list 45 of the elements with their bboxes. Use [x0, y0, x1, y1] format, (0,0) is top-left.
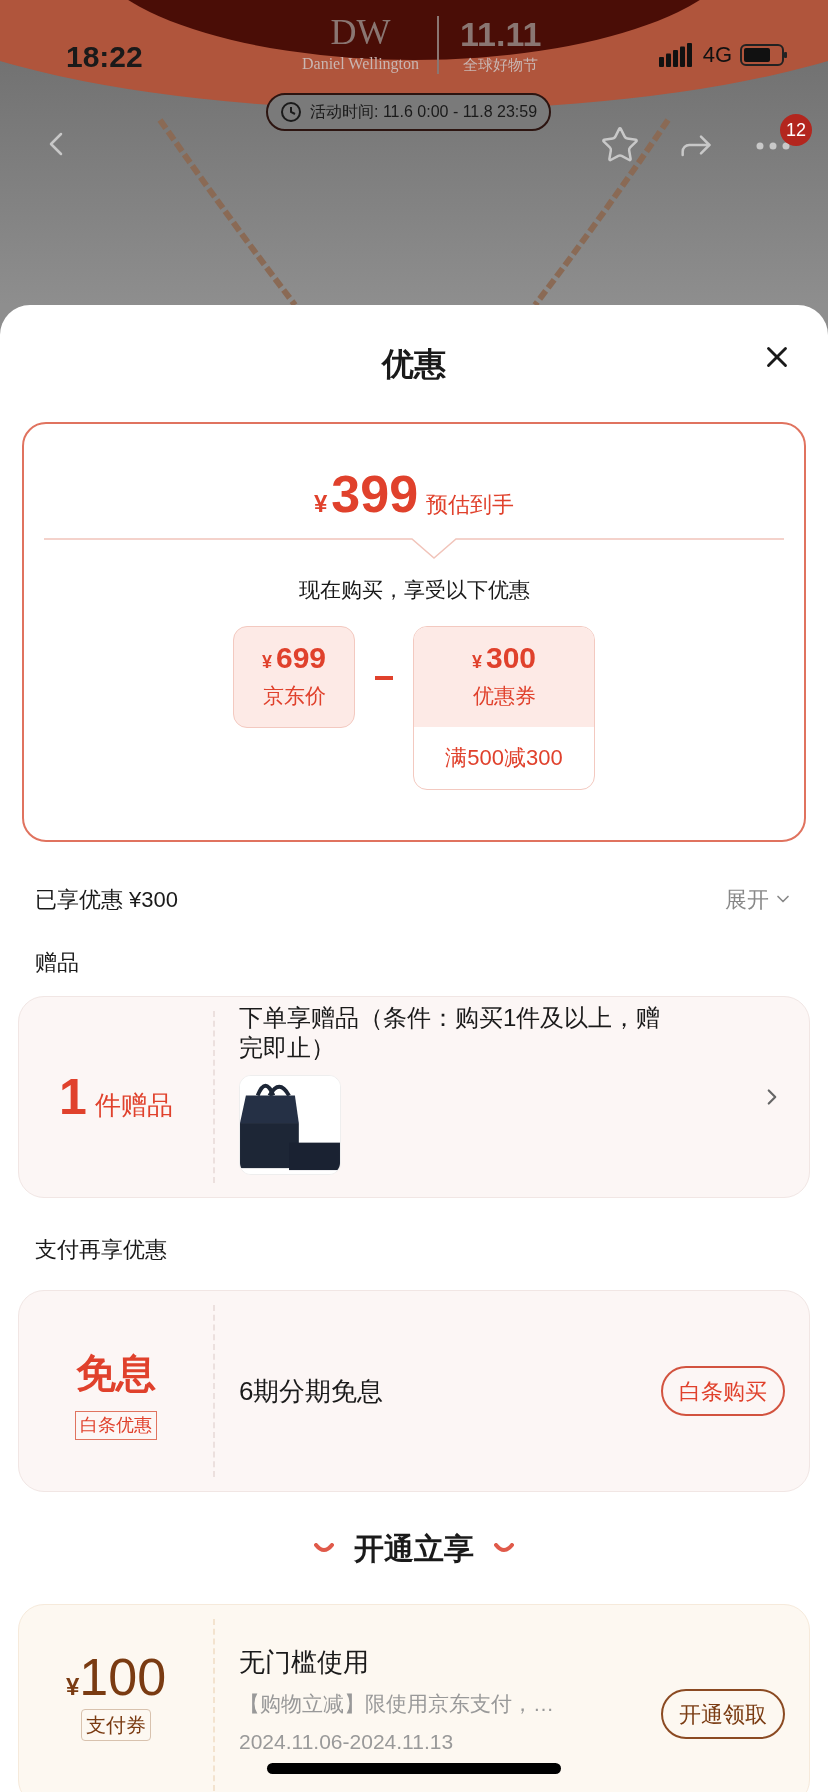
activity-time-pill: 活动时间: 11.6 0:00 - 11.8 23:59 — [266, 93, 552, 131]
smile-icon — [494, 1543, 514, 1553]
brand-logo: DW — [330, 12, 391, 52]
signal-icon — [658, 42, 695, 67]
amount: 699 — [275, 641, 327, 676]
network-label: 4G — [702, 41, 732, 69]
discount-subtitle: 现在购买，享受以下优惠 — [298, 577, 530, 603]
more-icon[interactable] — [755, 141, 791, 151]
expand-button[interactable]: 展开 — [725, 882, 793, 916]
currency-symbol: ¥ — [261, 651, 272, 675]
smile-icon — [314, 1543, 334, 1553]
section-heading: 开通立享 — [354, 1530, 474, 1567]
installment-text: 6期分期免息 — [239, 1374, 384, 1408]
estimate-label: 预估到手 — [426, 491, 515, 519]
currency-symbol: ¥ — [65, 1673, 80, 1702]
amount-label: 优惠券 — [472, 683, 536, 710]
battery-icon — [740, 42, 788, 67]
event-name: 全球好物节 — [463, 55, 539, 75]
minus-sign — [375, 675, 393, 680]
clock-icon — [280, 101, 302, 123]
coupon-title: 无门槛使用 — [239, 1646, 370, 1679]
currency-symbol: ¥ — [471, 651, 482, 675]
gift-description: 下单享赠品（条件：购买1件及以上，赠完即止） — [239, 1003, 662, 1063]
sheet-title: 优惠 — [382, 344, 446, 384]
estimated-price: 399 — [331, 464, 419, 524]
amount: 300 — [485, 641, 537, 676]
baitiao-tag: 白条优惠 — [75, 1410, 157, 1440]
gift-count: 1 — [59, 1072, 87, 1122]
coupon-condition: 满500减300 — [444, 744, 564, 772]
gift-unit: 件赠品 — [94, 1089, 173, 1122]
event-logo: 11.11 — [460, 14, 542, 54]
section-heading: 支付再享优惠 — [35, 1235, 167, 1264]
section-heading: 赠品 — [35, 949, 79, 977]
baitiao-buy-button[interactable]: 白条购买 — [661, 1366, 785, 1416]
brand-name: Daniel Wellington — [302, 54, 420, 75]
activate-button[interactable]: 开通领取 — [661, 1689, 785, 1739]
pay-coupon-tag: 支付券 — [81, 1709, 151, 1741]
coupon-description: 【购物立减】限使用京东支付，… — [239, 1691, 554, 1717]
amount-label: 京东价 — [262, 683, 326, 710]
status-time: 18:22 — [66, 39, 143, 75]
interest-free-title: 免息 — [76, 1349, 156, 1397]
coupon-dates: 2024.11.06-2024.11.13 — [239, 1728, 455, 1755]
coupon-amount: 100 — [79, 1649, 167, 1705]
currency-symbol: ¥ — [313, 489, 328, 519]
saved-amount: 已享优惠 ¥300 — [35, 885, 179, 914]
